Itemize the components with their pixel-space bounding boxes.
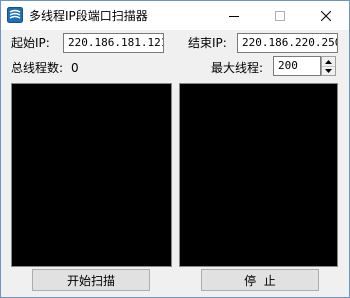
title-bar[interactable]: 多线程IP段端口扫描器: [1, 1, 349, 30]
minimize-button[interactable]: [211, 1, 257, 30]
arrow-up-icon: [325, 59, 332, 64]
window-title: 多线程IP段端口扫描器: [29, 9, 148, 23]
start-ip-label: 起始IP:: [11, 36, 50, 50]
open-port-list[interactable]: [179, 83, 338, 267]
close-button[interactable]: [303, 1, 349, 30]
max-threads-label: 最大线程:: [211, 61, 264, 75]
end-ip-input[interactable]: 220.186.220.250: [237, 33, 338, 53]
end-ip-label: 结束IP:: [188, 36, 227, 50]
total-threads-value: 0: [71, 61, 79, 75]
start-scan-button[interactable]: 开始扫描: [32, 269, 150, 291]
app-window: 多线程IP段端口扫描器 起始IP: 220.186.181.121 结束IP: …: [0, 0, 350, 298]
app-icon: [7, 7, 23, 23]
close-icon: [321, 10, 331, 21]
total-threads-label: 总线程数:: [11, 61, 64, 75]
max-threads-input[interactable]: 200: [273, 56, 321, 76]
maximize-icon: [275, 10, 285, 21]
arrow-down-icon: [325, 68, 332, 73]
window-body: 起始IP: 220.186.181.121 结束IP: 220.186.220.…: [1, 30, 349, 297]
scan-ip-list[interactable]: [11, 83, 172, 267]
spin-down-button[interactable]: [322, 66, 335, 75]
start-ip-input[interactable]: 220.186.181.121: [63, 33, 164, 53]
maximize-button[interactable]: [257, 1, 303, 30]
minimize-icon: [229, 15, 239, 17]
stop-button[interactable]: 停 止: [201, 269, 319, 291]
max-threads-spinner[interactable]: [321, 56, 336, 76]
